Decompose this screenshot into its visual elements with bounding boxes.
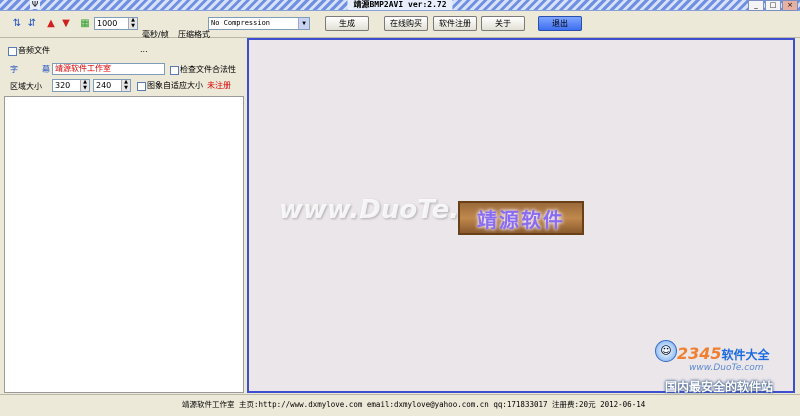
image-file-list[interactable] bbox=[4, 96, 244, 393]
compress-select[interactable]: No Compression ▼ bbox=[208, 17, 310, 30]
width-spinner[interactable]: 320 ▲ ▼ bbox=[52, 79, 90, 92]
register-button[interactable]: 软件注册 bbox=[433, 16, 477, 31]
unregistered-label: 未注册 bbox=[207, 81, 231, 90]
about-button[interactable]: 关于 bbox=[481, 16, 525, 31]
autosize-label: 图象自适应大小 bbox=[147, 81, 203, 90]
buy-online-button[interactable]: 在线购买 bbox=[384, 16, 428, 31]
maximize-button[interactable]: □ bbox=[765, 0, 781, 11]
status-text: 靖源软件工作室 主页:http://www.dxmylove.com email… bbox=[182, 400, 646, 409]
spinner-arrows-icon[interactable]: ▲ ▼ bbox=[128, 17, 137, 29]
site-watermark: ☺ 2345软件大全 www.DuoTe.com 国内最安全的软件站 bbox=[655, 336, 797, 396]
toolbar: ⇅ ⇵ ▲ ▼ ▦ 1000 ▲ ▼ 毫秒/帧 压缩格式 No Compressi… bbox=[0, 11, 800, 39]
app-icon[interactable]: Ψ bbox=[30, 0, 40, 9]
height-value: 240 bbox=[96, 81, 112, 90]
minimize-button[interactable]: _ bbox=[748, 0, 764, 11]
compress-value: No Compression bbox=[211, 19, 271, 27]
logo-text: 靖源软件 bbox=[477, 207, 565, 232]
interval-spinner[interactable]: 1000 ▲ ▼ bbox=[94, 17, 138, 30]
mascot-icon: ☺ bbox=[655, 340, 677, 362]
subtitle-label-1: 字 bbox=[10, 65, 18, 74]
audio-label: 音频文件 bbox=[18, 46, 50, 55]
grid-icon[interactable]: ▦ bbox=[80, 19, 90, 29]
width-arrows-icon[interactable]: ▲ ▼ bbox=[80, 79, 89, 91]
window-title: 靖源BMP2AVI ver:2.72 bbox=[347, 0, 453, 10]
check-legal-label: 检查文件合法性 bbox=[180, 65, 236, 74]
interval-value: 1000 bbox=[97, 19, 118, 28]
brand-suffix: 软件大全 bbox=[721, 348, 770, 362]
brand-url: www.DuoTe.com bbox=[689, 363, 764, 373]
exit-button[interactable]: 退出 bbox=[538, 16, 582, 31]
close-button[interactable]: × bbox=[782, 0, 798, 11]
width-value: 320 bbox=[55, 81, 71, 90]
arrow-down-icon[interactable]: ▼ bbox=[61, 19, 71, 29]
generate-button[interactable]: 生成 bbox=[325, 16, 369, 31]
brand-name: 2345软件大全 bbox=[677, 344, 770, 363]
audio-browse-button[interactable]: ... bbox=[140, 45, 148, 55]
height-spinner[interactable]: 240 ▲ ▼ bbox=[93, 79, 131, 92]
brand-number: 2345 bbox=[677, 344, 722, 363]
left-panel: 音频文件 ... 字 幕 靖源软件工作室 检查文件合法性 区域大小 320 ▲ ▼… bbox=[4, 38, 244, 393]
logo-image: 靖源软件 bbox=[458, 201, 584, 235]
audio-checkbox[interactable] bbox=[8, 47, 17, 56]
sort-desc-icon[interactable]: ⇵ bbox=[27, 19, 37, 29]
status-bar: 靖源软件工作室 主页:http://www.dxmylove.com email… bbox=[0, 394, 800, 416]
chevron-down-icon[interactable]: ▼ bbox=[298, 18, 309, 29]
height-arrows-icon[interactable]: ▲ ▼ bbox=[121, 79, 130, 91]
subtitle-label-2: 幕 bbox=[42, 65, 50, 74]
sort-asc-icon[interactable]: ⇅ bbox=[12, 19, 22, 29]
brand-slogan: 国内最安全的软件站 bbox=[665, 380, 774, 394]
check-legal-checkbox[interactable] bbox=[170, 66, 179, 75]
area-size-label: 区域大小 bbox=[10, 82, 42, 91]
subtitle-input[interactable]: 靖源软件工作室 bbox=[52, 63, 165, 75]
autosize-checkbox[interactable] bbox=[137, 82, 146, 91]
window-controls: _ □ × bbox=[748, 0, 798, 11]
arrow-up-icon[interactable]: ▲ bbox=[46, 19, 56, 29]
title-bar: Ψ 靖源BMP2AVI ver:2.72 _ □ × bbox=[0, 0, 800, 11]
